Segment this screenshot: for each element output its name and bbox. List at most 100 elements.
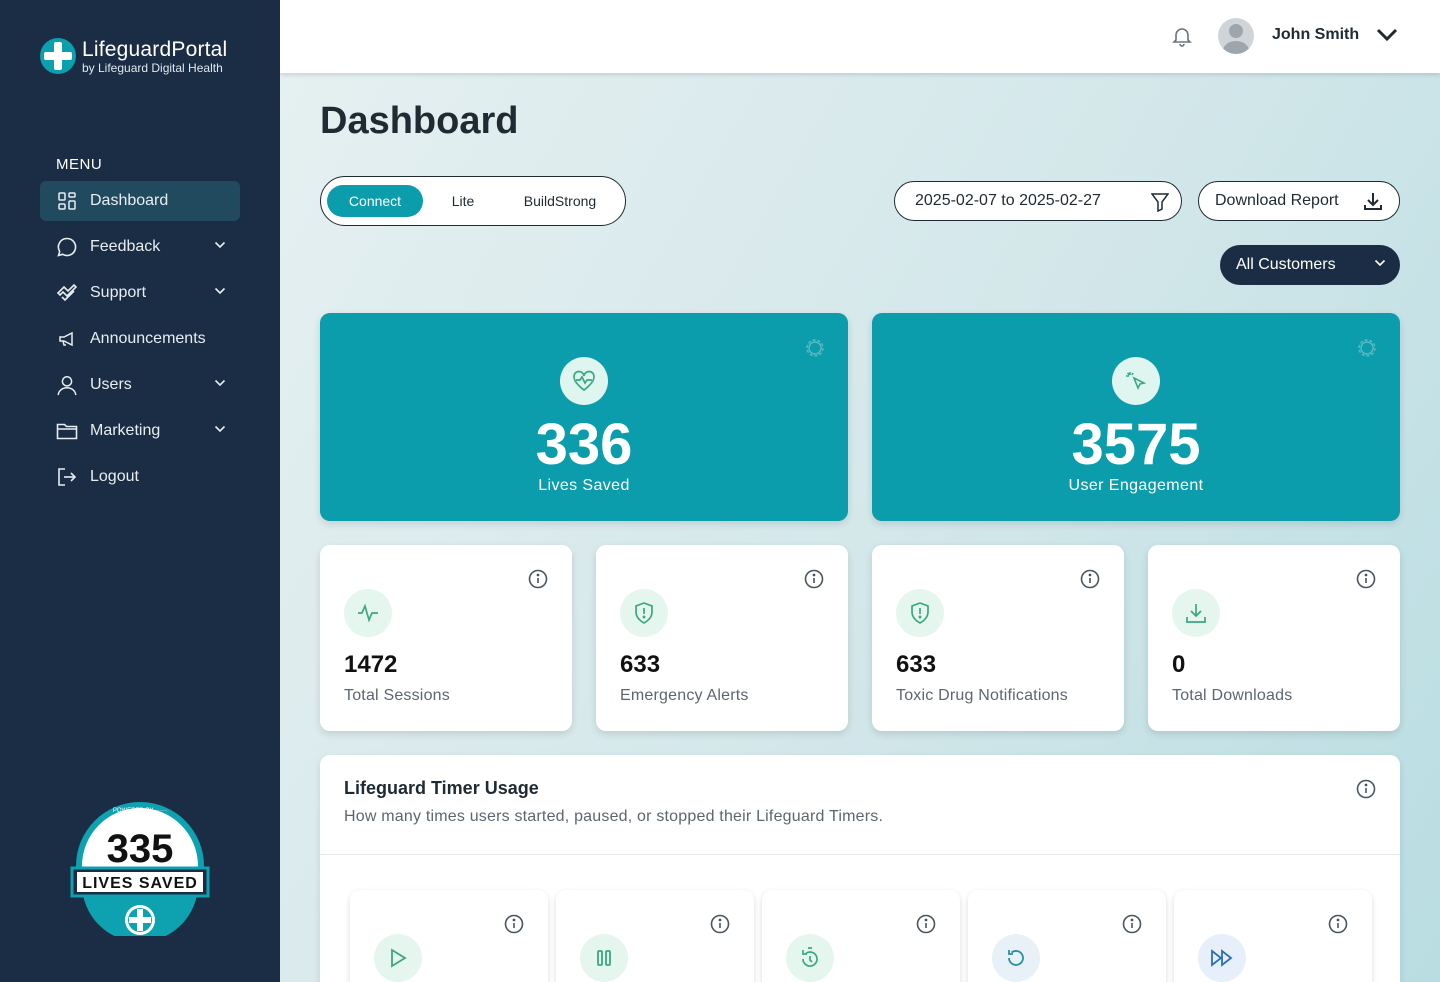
download-icon: [1172, 589, 1220, 637]
date-range-text: 2025-02-07 to 2025-02-27: [915, 192, 1101, 209]
total-sessions-card: 1472 Total Sessions: [320, 545, 572, 731]
info-icon[interactable]: [1328, 914, 1348, 934]
timer-paused-card: [556, 890, 754, 982]
sidebar-item-announcements[interactable]: Announcements: [40, 319, 240, 359]
cross-logo-icon: [40, 38, 76, 74]
user-engagement-value: 3575: [1071, 412, 1201, 477]
chevron-down-icon: [214, 379, 226, 387]
timer-restarted-card: [968, 890, 1166, 982]
grid-icon: [56, 190, 78, 212]
sidebar-item-users[interactable]: Users: [40, 365, 240, 405]
lives-saved-card: 336 Lives Saved: [320, 313, 848, 521]
emergency-alerts-card: 633 Emergency Alerts: [596, 545, 848, 731]
timer-icon: [786, 934, 834, 982]
chevron-down-icon: [214, 425, 226, 433]
heart-pulse-icon: [560, 357, 608, 405]
emergency-alerts-value: 633: [620, 651, 661, 678]
badge-label: LIVES SAVED: [82, 875, 198, 892]
badge-count: 335: [107, 827, 174, 871]
chevron-down-icon[interactable]: [1376, 28, 1398, 42]
user-engagement-label: User Engagement: [1068, 477, 1204, 494]
timer-stopped-card: [762, 890, 960, 982]
fast-forward-icon: [1198, 934, 1246, 982]
info-icon[interactable]: [1080, 569, 1100, 589]
total-sessions-label: Total Sessions: [344, 687, 450, 704]
user-icon: [56, 374, 78, 396]
tab-lite[interactable]: Lite: [423, 185, 503, 217]
sidebar-menu: Dashboard Feedback Support Announcements: [40, 181, 240, 503]
tab-connect[interactable]: Connect: [327, 185, 423, 217]
chevron-down-icon: [214, 287, 226, 295]
divider: [320, 854, 1400, 855]
avatar[interactable]: [1218, 18, 1254, 54]
info-icon[interactable]: [1356, 569, 1376, 589]
play-icon: [374, 934, 422, 982]
megaphone-icon: [56, 328, 78, 350]
lives-saved-label: Lives Saved: [538, 477, 630, 494]
timer-usage-title: Lifeguard Timer Usage: [344, 778, 539, 798]
total-sessions-value: 1472: [344, 651, 398, 678]
customer-select[interactable]: All Customers: [1220, 245, 1400, 285]
timer-usage-panel: Lifeguard Timer Usage How many times use…: [320, 755, 1400, 982]
toxic-drug-notifications-card: 633 Toxic Drug Notifications: [872, 545, 1124, 731]
pause-icon: [580, 934, 628, 982]
emergency-alerts-label: Emergency Alerts: [620, 687, 749, 704]
sidebar-item-logout[interactable]: Logout: [40, 457, 240, 497]
badge-powered-by: POWERED BY ······: [113, 808, 167, 814]
sidebar-item-label: Logout: [90, 468, 139, 485]
chevron-down-icon: [214, 241, 226, 249]
logout-icon: [56, 466, 78, 488]
cursor-click-icon: [1112, 357, 1160, 405]
timer-skipped-card: [1174, 890, 1372, 982]
chat-bubble-icon: [56, 236, 78, 258]
sidebar-item-label: Support: [90, 284, 147, 301]
toxic-drug-notifications-value: 633: [896, 651, 937, 678]
sidebar-item-label: Dashboard: [90, 192, 169, 209]
sidebar: LifeguardPortal by Lifeguard Digital Hea…: [0, 0, 280, 982]
download-report-button[interactable]: Download Report: [1198, 181, 1400, 221]
sidebar-item-dashboard[interactable]: Dashboard: [40, 181, 240, 221]
download-report-label: Download Report: [1215, 192, 1339, 209]
info-icon[interactable]: [1356, 779, 1376, 799]
top-bar: John Smith: [280, 0, 1440, 73]
brand-title: LifeguardPortal: [82, 37, 228, 61]
info-icon[interactable]: [710, 914, 730, 934]
tab-buildstrong[interactable]: BuildStrong: [503, 185, 617, 217]
total-downloads-value: 0: [1172, 651, 1186, 678]
timer-started-card: [350, 890, 548, 982]
toxic-drug-notifications-label: Toxic Drug Notifications: [896, 687, 1068, 704]
info-icon[interactable]: [504, 914, 524, 934]
main-content: John Smith Dashboard Connect Lite BuildS…: [280, 0, 1440, 982]
gear-icon[interactable]: [1356, 337, 1378, 359]
info-icon[interactable]: [916, 914, 936, 934]
sidebar-item-feedback[interactable]: Feedback: [40, 227, 240, 267]
info-icon[interactable]: [1122, 914, 1142, 934]
brand-logo[interactable]: LifeguardPortal by Lifeguard Digital Hea…: [40, 38, 227, 74]
activity-icon: [344, 589, 392, 637]
shield-alert-icon: [620, 589, 668, 637]
folder-icon: [56, 420, 78, 442]
sidebar-item-label: Marketing: [90, 422, 161, 439]
customer-select-value: All Customers: [1236, 256, 1336, 273]
sidebar-item-label: Feedback: [90, 238, 161, 255]
bell-icon[interactable]: [1170, 24, 1194, 48]
menu-heading: MENU: [56, 156, 103, 173]
chevron-down-icon: [1374, 259, 1386, 267]
shield-alert-icon: [896, 589, 944, 637]
user-name[interactable]: John Smith: [1272, 26, 1359, 44]
timer-usage-description: How many times users started, paused, or…: [344, 808, 884, 825]
info-icon[interactable]: [804, 569, 824, 589]
info-icon[interactable]: [528, 569, 548, 589]
sidebar-item-marketing[interactable]: Marketing: [40, 411, 240, 451]
sidebar-item-label: Users: [90, 376, 132, 393]
download-icon: [1364, 193, 1382, 210]
total-downloads-label: Total Downloads: [1172, 687, 1293, 704]
page-title: Dashboard: [320, 100, 519, 142]
restart-icon: [992, 934, 1040, 982]
sidebar-item-support[interactable]: Support: [40, 273, 240, 313]
date-range-filter[interactable]: 2025-02-07 to 2025-02-27: [894, 181, 1182, 221]
total-downloads-card: 0 Total Downloads: [1148, 545, 1400, 731]
gear-icon[interactable]: [804, 337, 826, 359]
brand-subtitle: by Lifeguard Digital Health: [82, 60, 223, 75]
lives-saved-badge: POWERED BY ······ 335 LIVES SAVED: [70, 802, 210, 936]
